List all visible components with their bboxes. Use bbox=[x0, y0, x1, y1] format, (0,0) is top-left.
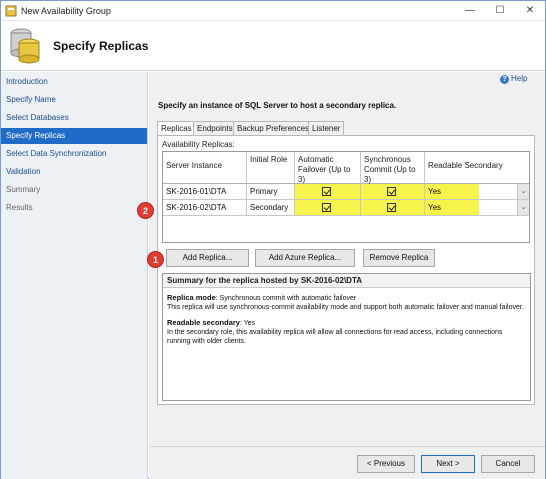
close-button[interactable]: ✕ bbox=[515, 1, 545, 21]
next-button[interactable]: Next > bbox=[421, 455, 475, 473]
column-header-synchronous-commit: Synchronous Commit (Up to 3) bbox=[361, 152, 425, 184]
table-row-1-readable-cell[interactable]: Yes ⌄ bbox=[425, 184, 529, 200]
readable-secondary-description: In the secondary role, this availability… bbox=[167, 329, 503, 345]
table-row-2-role: Secondary bbox=[247, 200, 295, 216]
replica-mode-label: Replica mode bbox=[167, 293, 216, 302]
sidebar-item-specify-replicas[interactable]: Specify Replicas bbox=[1, 128, 147, 144]
sidebar-item-validation[interactable]: Validation bbox=[1, 164, 147, 180]
replica-mode-description: This replica will use synchronous-commit… bbox=[167, 304, 524, 311]
page-header: Specify Replicas bbox=[1, 21, 545, 71]
title-bar: New Availability Group — ☐ ✕ bbox=[1, 1, 545, 21]
help-link[interactable]: ? Help bbox=[500, 74, 527, 84]
cancel-button[interactable]: Cancel bbox=[481, 455, 535, 473]
app-icon bbox=[5, 5, 17, 17]
intro-text: Specify an instance of SQL Server to hos… bbox=[158, 101, 397, 110]
column-header-readable-secondary: Readable Secondary bbox=[425, 152, 529, 184]
readable-secondary-value: Yes bbox=[428, 187, 442, 196]
readable-secondary-summary-value: : Yes bbox=[239, 320, 256, 327]
automatic-failover-checkbox[interactable] bbox=[322, 187, 331, 196]
main-content: ? Help Specify an instance of SQL Server … bbox=[149, 72, 545, 479]
sidebar-item-select-data-synchronization[interactable]: Select Data Synchronization bbox=[1, 146, 147, 162]
step-badge-1: 1 bbox=[147, 251, 164, 268]
table-row-1-server[interactable]: SK-2016-01\DTA bbox=[163, 184, 247, 200]
table-row-2-failover-cell bbox=[295, 200, 361, 216]
tab-backup-preferences[interactable]: Backup Preferences bbox=[233, 121, 314, 135]
step-badge-2: 2 bbox=[137, 202, 154, 219]
replicas-tab-panel: Availability Replicas: Server Instance I… bbox=[157, 135, 535, 405]
sidebar-item-specify-name[interactable]: Specify Name bbox=[1, 92, 147, 108]
column-header-automatic-failover: Automatic Failover (Up to 3) bbox=[295, 152, 361, 184]
automatic-failover-checkbox[interactable] bbox=[322, 203, 331, 212]
add-replica-button[interactable]: Add Replica... bbox=[166, 249, 249, 267]
summary-body: Replica mode: Synchronous commit with au… bbox=[167, 293, 527, 352]
column-header-initial-role: Initial Role bbox=[247, 152, 295, 184]
add-azure-replica-button[interactable]: Add Azure Replica... bbox=[255, 249, 355, 267]
dialog-window: New Availability Group — ☐ ✕ Specify Rep… bbox=[0, 0, 546, 479]
help-icon: ? bbox=[500, 75, 509, 84]
availability-replicas-label: Availability Replicas: bbox=[162, 140, 235, 149]
table-row-1-role: Primary bbox=[247, 184, 295, 200]
chevron-down-icon[interactable]: ⌄ bbox=[517, 200, 529, 215]
wizard-sidebar: Introduction Specify Name Select Databas… bbox=[1, 72, 148, 479]
remove-replica-button[interactable]: Remove Replica bbox=[363, 249, 435, 267]
replicas-grid: Server Instance Initial Role Automatic F… bbox=[162, 151, 530, 243]
sidebar-item-results: Results bbox=[6, 203, 33, 212]
window-title: New Availability Group bbox=[21, 6, 111, 16]
tab-listener[interactable]: Listener bbox=[308, 121, 345, 135]
help-label: Help bbox=[511, 74, 528, 83]
table-row-1-failover-cell bbox=[295, 184, 361, 200]
sidebar-item-select-databases[interactable]: Select Databases bbox=[1, 110, 147, 126]
chevron-down-icon[interactable]: ⌄ bbox=[517, 184, 529, 199]
previous-button[interactable]: < Previous bbox=[357, 455, 415, 473]
synchronous-commit-checkbox[interactable] bbox=[387, 187, 396, 196]
summary-title: Summary for the replica hosted by SK-201… bbox=[163, 274, 530, 288]
synchronous-commit-checkbox[interactable] bbox=[387, 203, 396, 212]
table-row-2-readable-cell[interactable]: Yes ⌄ bbox=[425, 200, 529, 216]
table-row-2-server[interactable]: SK-2016-02\DTA bbox=[163, 200, 247, 216]
table-row-2-commit-cell bbox=[361, 200, 425, 216]
tab-replicas[interactable]: Replicas bbox=[157, 121, 196, 136]
replica-summary-panel: Summary for the replica hosted by SK-201… bbox=[162, 273, 531, 401]
maximize-button[interactable]: ☐ bbox=[485, 1, 515, 21]
readable-secondary-label: Readable secondary bbox=[167, 318, 240, 327]
replica-mode-value: : Synchronous commit with automatic fail… bbox=[215, 295, 357, 302]
page-title: Specify Replicas bbox=[53, 39, 149, 53]
minimize-button[interactable]: — bbox=[455, 1, 485, 21]
database-icon bbox=[10, 28, 40, 64]
readable-secondary-value: Yes bbox=[428, 203, 442, 212]
tab-endpoints[interactable]: Endpoints bbox=[193, 121, 237, 135]
sidebar-item-introduction[interactable]: Introduction bbox=[1, 74, 147, 90]
table-row-1-commit-cell bbox=[361, 184, 425, 200]
sidebar-item-summary: Summary bbox=[6, 185, 41, 194]
column-header-server-instance: Server Instance bbox=[163, 152, 247, 184]
wizard-footer: < Previous Next > Cancel bbox=[149, 446, 545, 479]
